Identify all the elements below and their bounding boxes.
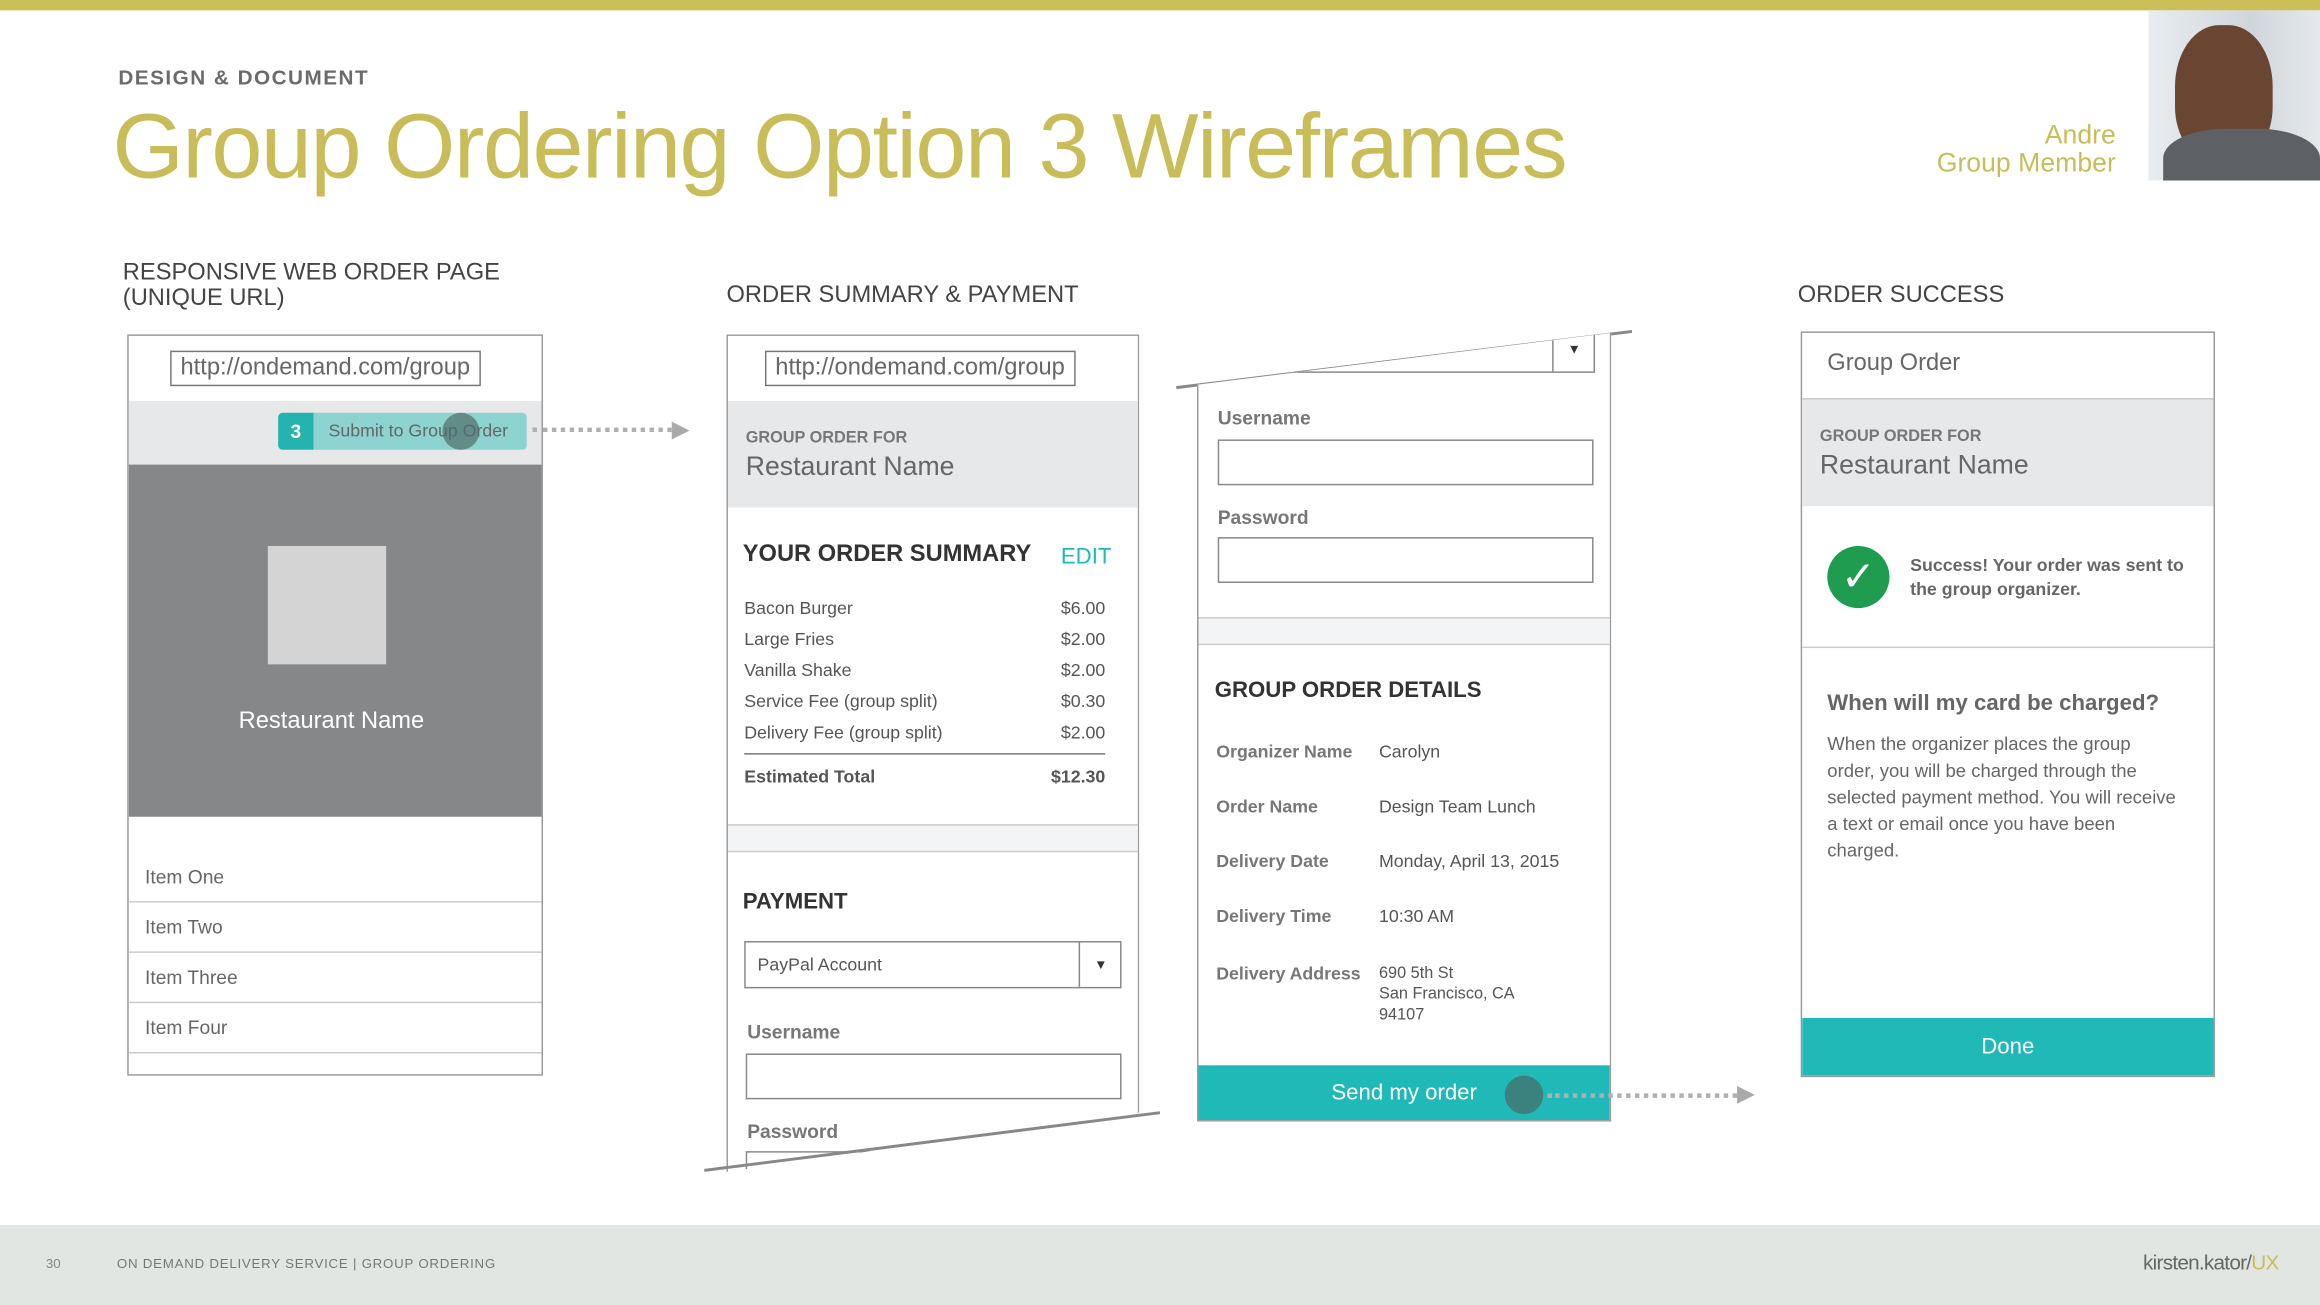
group-for-label: GROUP ORDER FOR [1819, 427, 1982, 446]
button-label: Done [1981, 1034, 2035, 1060]
logo-text: kirsten.kator/ [2143, 1250, 2252, 1274]
checkmark-icon: ✓ [1827, 545, 1890, 609]
charge-question: When will my card be charged? [1827, 690, 2160, 717]
group-order-details-title: GROUP ORDER DETAILS [1214, 677, 1482, 703]
page-number: 30 [45, 1256, 61, 1271]
detail-value: Monday, April 13, 2015 [1378, 850, 1560, 872]
divider [1802, 646, 2214, 649]
arrow-head-icon [1737, 1086, 1755, 1104]
password-label: Password [1217, 506, 1309, 529]
detail-value: 10:30 AM [1378, 905, 1455, 927]
detail-key: Organizer Name [1216, 741, 1353, 762]
page-header: Group Order [1827, 350, 1961, 376]
footer-caption: ON DEMAND DELIVERY SERVICE | GROUP ORDER… [116, 1256, 497, 1271]
detail-key: Delivery Date [1216, 850, 1329, 872]
charge-answer: When the organizer places the group orde… [1827, 733, 2176, 862]
cut-line [704, 1111, 1161, 1172]
footer: 30 ON DEMAND DELIVERY SERVICE | GROUP OR… [0, 1225, 2320, 1305]
logo-ux: UX [2251, 1250, 2279, 1274]
payment-continued-page: ▼ Username Password GROUP ORDER DETAILS … [1196, 332, 1612, 1122]
username-label: Username [1217, 406, 1311, 430]
password-input[interactable] [1217, 537, 1594, 583]
divider [1198, 616, 1610, 646]
brand-logo: kirsten.kator/UX [2143, 1250, 2279, 1274]
tap-indicator [1504, 1075, 1544, 1115]
detail-key: Delivery Time [1216, 905, 1332, 927]
flow-arrow [1547, 1093, 1738, 1098]
username-input[interactable] [1217, 439, 1594, 486]
button-label: Send my order [1331, 1080, 1477, 1106]
order-success-page: Group Order GROUP ORDER FOR Restaurant N… [1800, 331, 2215, 1078]
detail-key: Delivery Address [1216, 963, 1361, 984]
detail-value: Design Team Lunch [1378, 796, 1536, 817]
restaurant-name: Restaurant Name [1819, 449, 2029, 480]
detail-value: 690 5th St San Francisco, CA 94107 [1378, 964, 1515, 1024]
detail-key: Order Name [1216, 796, 1318, 817]
success-message: Success! Your order was sent to the grou… [1910, 554, 2184, 600]
detail-value: Carolyn [1378, 741, 1441, 762]
group-header: GROUP ORDER FOR Restaurant Name [1802, 398, 2214, 507]
done-button[interactable]: Done [1802, 1017, 2214, 1076]
